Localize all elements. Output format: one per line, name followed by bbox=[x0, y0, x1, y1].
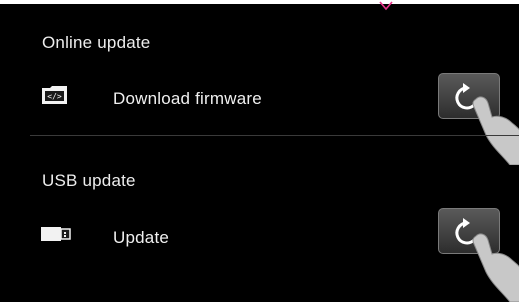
download-firmware-label: Download firmware bbox=[113, 89, 262, 108]
right-edge bbox=[519, 0, 525, 302]
usb-drive-icon bbox=[40, 224, 72, 249]
online-update-title: Online update bbox=[42, 33, 151, 52]
folder-code-icon: </> bbox=[40, 83, 70, 112]
svg-text:</>: </> bbox=[47, 92, 62, 101]
pointer-marker-icon bbox=[379, 1, 393, 11]
firmware-update-panel: Online update </> Download firmware USB … bbox=[0, 0, 525, 302]
pointing-hand-icon bbox=[472, 233, 525, 302]
update-label: Update bbox=[113, 228, 170, 247]
usb-update-title: USB update bbox=[42, 171, 136, 190]
section-divider bbox=[30, 135, 525, 136]
top-edge bbox=[0, 0, 525, 4]
pointing-hand-icon bbox=[472, 96, 525, 165]
